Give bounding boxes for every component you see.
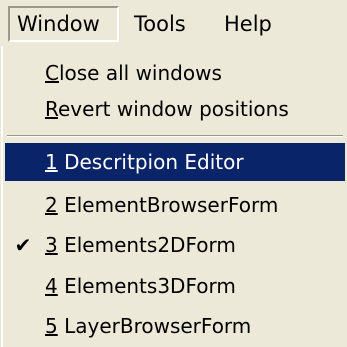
menu-tools[interactable]: Tools bbox=[134, 6, 186, 42]
menu-separator bbox=[7, 135, 343, 137]
close-all-windows-label: Close all windows bbox=[45, 54, 222, 92]
mnemonic-number: 5 bbox=[45, 314, 58, 338]
window-item-label: 5 LayerBrowserForm bbox=[45, 307, 251, 345]
mnemonic-number: 1 bbox=[45, 150, 58, 174]
window-item-1[interactable]: 1 Descritpion Editor bbox=[5, 143, 345, 181]
window-item-2[interactable]: 2 ElementBrowserForm bbox=[5, 186, 345, 224]
window-item-label: 4 Elements3DForm bbox=[45, 267, 236, 305]
revert-window-positions-item[interactable]: Revert window positions bbox=[5, 90, 345, 128]
window-item-label: 2 ElementBrowserForm bbox=[45, 186, 278, 224]
window-item-5[interactable]: 5 LayerBrowserForm bbox=[5, 307, 345, 345]
mnemonic-letter: C bbox=[45, 61, 59, 85]
label-text: Descritpion Editor bbox=[57, 150, 244, 174]
mnemonic-number: 4 bbox=[45, 274, 58, 298]
mnemonic-number: 2 bbox=[45, 193, 58, 217]
window-item-4[interactable]: 4 Elements3DForm bbox=[5, 267, 345, 305]
window-item-3[interactable]: ✔ 3 Elements2DForm bbox=[5, 226, 345, 264]
label-text: lose all windows bbox=[58, 61, 222, 85]
window-menu-dropdown: Close all windows Revert window position… bbox=[1, 46, 347, 347]
label-text: evert window positions bbox=[58, 97, 289, 121]
close-all-windows-item[interactable]: Close all windows bbox=[5, 54, 345, 92]
mnemonic-number: 3 bbox=[45, 233, 58, 257]
checkmark-icon: ✔ bbox=[14, 233, 32, 257]
application-window: Window Tools Help Close all windows Reve… bbox=[0, 0, 347, 347]
label-text: Elements3DForm bbox=[57, 274, 236, 298]
menu-bar: Window Tools Help bbox=[0, 0, 347, 46]
mnemonic-letter: R bbox=[45, 97, 58, 121]
label-text: LayerBrowserForm bbox=[57, 314, 252, 338]
label-text: ElementBrowserForm bbox=[57, 193, 279, 217]
window-item-label: 3 Elements2DForm bbox=[45, 226, 236, 264]
menu-window[interactable]: Window bbox=[8, 6, 119, 42]
window-item-label: 1 Descritpion Editor bbox=[45, 143, 244, 181]
revert-window-positions-label: Revert window positions bbox=[45, 90, 289, 128]
label-text: Elements2DForm bbox=[57, 233, 236, 257]
menu-help[interactable]: Help bbox=[224, 6, 272, 42]
